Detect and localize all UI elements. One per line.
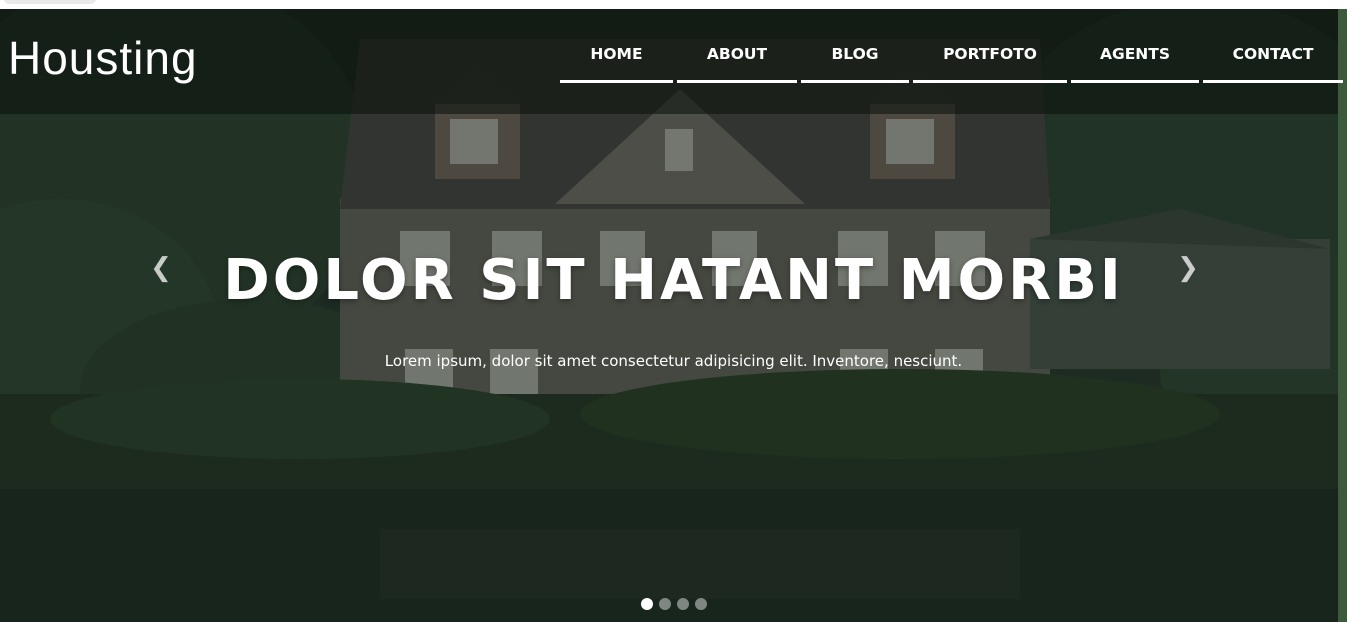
site-logo[interactable]: Housting [8, 35, 198, 81]
nav-portfoto-link[interactable]: PORTFOTO [913, 45, 1067, 83]
slider-dot[interactable] [695, 598, 707, 610]
slider-dot[interactable] [659, 598, 671, 610]
browser-tab-edge [4, 0, 96, 4]
hero-subtitle: Lorem ipsum, dolor sit amet consectetur … [384, 352, 963, 370]
nav-contact-link[interactable]: CONTACT [1203, 45, 1343, 83]
slider-dot[interactable] [677, 598, 689, 610]
page: Housting HOME ABOUT BLOG PORTFOTO AGENTS… [0, 0, 1347, 622]
site-header: Housting HOME ABOUT BLOG PORTFOTO AGENTS… [0, 9, 1343, 114]
right-edge-strip [1338, 9, 1347, 622]
slider-dot[interactable] [641, 598, 653, 610]
main-nav: HOME ABOUT BLOG PORTFOTO AGENTS CONTACT [560, 45, 1343, 83]
hero-title: DOLOR SIT HATANT MORBI [223, 248, 1124, 313]
nav-blog-link[interactable]: BLOG [801, 45, 909, 83]
nav-home-link[interactable]: HOME [560, 45, 673, 83]
nav-agents-link[interactable]: AGENTS [1071, 45, 1199, 83]
nav-about-link[interactable]: ABOUT [677, 45, 797, 83]
browser-top-strip [0, 0, 1347, 9]
slider-indicators [641, 598, 707, 610]
